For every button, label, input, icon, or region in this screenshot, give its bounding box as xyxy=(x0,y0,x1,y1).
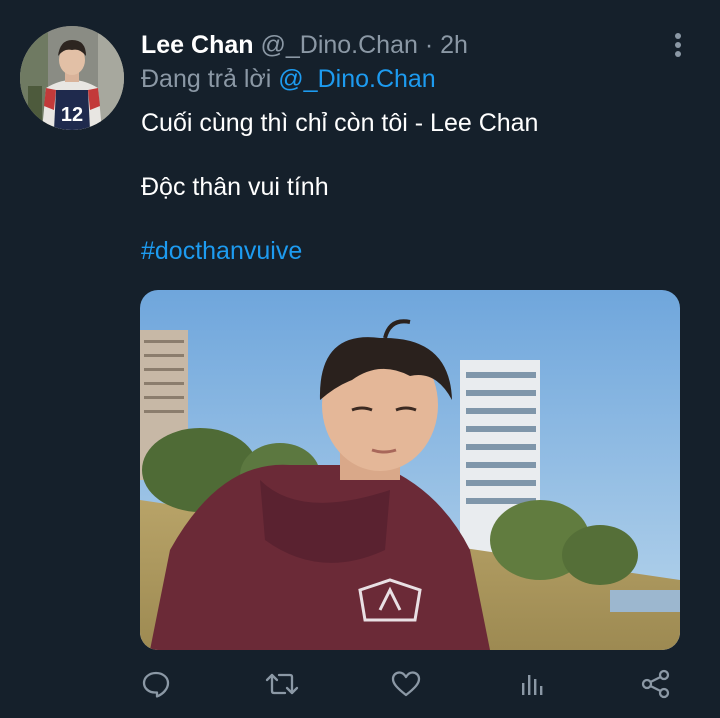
more-vertical-icon xyxy=(675,33,681,57)
heart-icon xyxy=(391,671,421,697)
tweet-text-line-1: Cuối cùng thì chỉ còn tôi - Lee Chan xyxy=(141,109,539,137)
photo-illustration xyxy=(140,290,680,650)
replying-prefix: Đang trả lời xyxy=(141,65,272,93)
retweet-icon xyxy=(265,673,299,695)
tweet[interactable]: 12 Lee Chan @_Dino.Chan · 2h Đang trả lờ… xyxy=(0,0,720,718)
tweet-actions xyxy=(0,660,720,710)
hashtag-link[interactable]: #docthanvuive xyxy=(141,236,302,266)
tweet-header: Lee Chan @_Dino.Chan · 2h xyxy=(141,30,468,60)
author-name[interactable]: Lee Chan xyxy=(141,31,254,59)
retweet-button[interactable] xyxy=(262,666,302,702)
share-icon xyxy=(641,669,670,699)
avatar[interactable]: 12 xyxy=(20,26,124,130)
tweet-text-line-2: Độc thân vui tính xyxy=(141,173,329,201)
avatar-jersey-number: 12 xyxy=(61,104,83,126)
reply-button[interactable] xyxy=(136,666,176,702)
reply-icon xyxy=(142,671,170,698)
analytics-button[interactable] xyxy=(512,666,552,702)
analytics-icon xyxy=(522,675,543,695)
replying-to: Đang trả lời @_Dino.Chan xyxy=(141,64,436,94)
avatar-image: 12 xyxy=(20,26,124,130)
header-separator: · xyxy=(424,31,434,59)
more-button[interactable] xyxy=(668,30,688,60)
tweet-photo[interactable] xyxy=(140,290,680,650)
tweet-time[interactable]: 2h xyxy=(440,31,468,59)
replying-mention-link[interactable]: @_Dino.Chan xyxy=(278,65,435,93)
share-button[interactable] xyxy=(636,666,676,702)
like-button[interactable] xyxy=(386,666,426,702)
author-handle[interactable]: @_Dino.Chan xyxy=(260,31,417,59)
